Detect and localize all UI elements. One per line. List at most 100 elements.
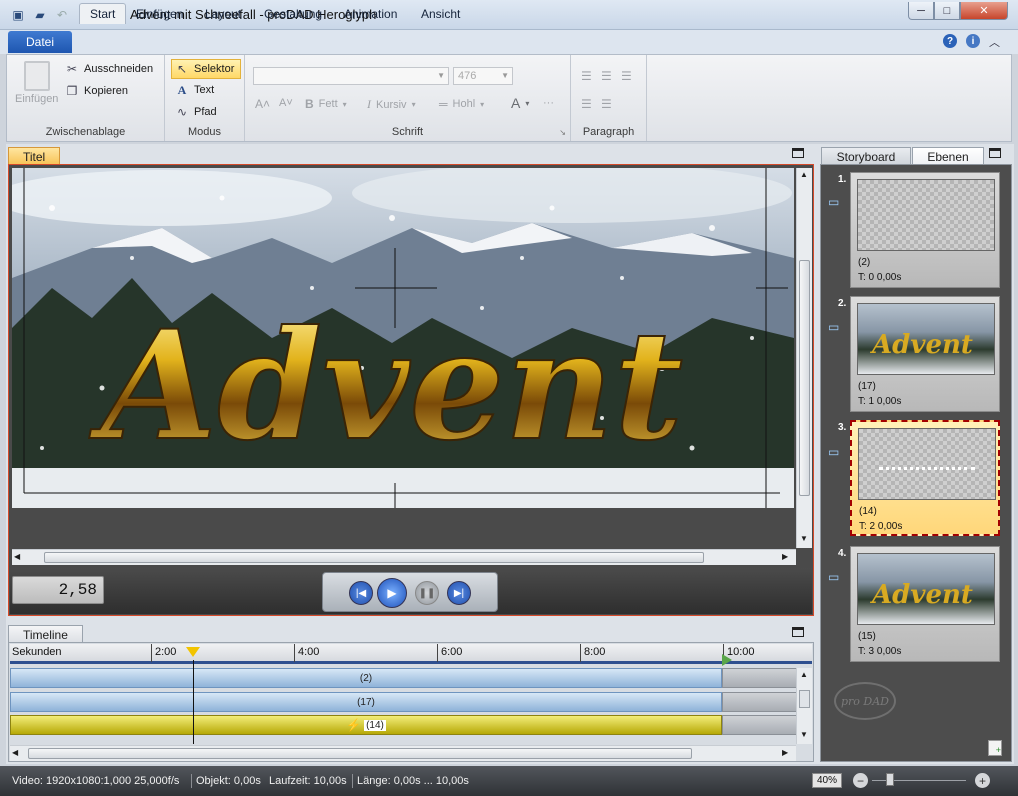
ribbon: Einfügen ✂ Ausschneiden ❐ Kopieren Zwisc… <box>6 54 1012 142</box>
horizontal-scroll-thumb[interactable] <box>44 552 704 563</box>
cut-button[interactable]: ✂ Ausschneiden <box>65 62 153 76</box>
timeline-ruler[interactable]: Sekunden 2:00 4:00 6:00 8:00 10:00 <box>10 644 812 664</box>
monitor-icon[interactable]: ▭ <box>828 320 844 334</box>
hollow-button[interactable]: ═ Hohl ▾ <box>439 97 484 111</box>
align-left-icon: ☰ <box>581 69 592 83</box>
timeline-vertical-scrollbar[interactable]: ▲ ▼ <box>796 668 812 744</box>
tab-einfuegen[interactable]: Einfügen <box>126 3 193 24</box>
close-button[interactable]: ✕ <box>960 2 1008 20</box>
tab-datei[interactable]: Datei <box>8 31 72 53</box>
justify-button[interactable]: ☰ <box>581 97 592 111</box>
font-family-combo[interactable]: ▼ <box>253 67 449 85</box>
play-icon: ▶ <box>387 586 397 600</box>
selector-button[interactable]: ↖ Selektor <box>171 59 241 79</box>
zoom-out-button[interactable]: − <box>853 773 868 788</box>
bold-button[interactable]: B Fett ▾ <box>305 97 347 111</box>
layer-item[interactable]: (2) T: 0 0,00s <box>850 172 1000 288</box>
align-center-button[interactable]: ☰ <box>601 69 612 83</box>
layer-thumbnail <box>857 179 995 251</box>
open-icon[interactable]: ▰ <box>32 7 48 23</box>
layer-item-selected[interactable]: (14) T: 2 0,00s <box>850 420 1000 536</box>
layer-item[interactable]: Advent (15) T: 3 0,00s <box>850 546 1000 662</box>
playhead-marker[interactable] <box>186 647 200 657</box>
more-font-button[interactable]: ··· <box>543 97 554 109</box>
timecode-display[interactable]: 2,58 <box>12 576 104 604</box>
scroll-up-icon[interactable]: ▲ <box>800 170 808 179</box>
scroll-down-icon[interactable]: ▼ <box>800 730 808 739</box>
zoom-in-button[interactable]: + <box>975 773 990 788</box>
canvas-vertical-scrollbar[interactable]: ▲ ▼ <box>796 168 812 548</box>
skip-back-button[interactable]: |◀ <box>349 581 373 605</box>
save-icon[interactable]: ▣ <box>10 7 26 23</box>
copy-button[interactable]: ❐ Kopieren <box>65 84 128 98</box>
pause-button[interactable]: ❚❚ <box>415 581 439 605</box>
monitor-icon[interactable]: ▭ <box>828 570 844 584</box>
scroll-left-icon[interactable]: ◀ <box>12 748 18 757</box>
paste-button[interactable]: Einfügen <box>15 61 58 105</box>
maximize-button[interactable]: □ <box>934 2 960 20</box>
timeline-track-selected[interactable]: ⚡ (14) <box>10 715 722 735</box>
layer-item[interactable]: Advent (17) T: 1 0,00s <box>850 296 1000 412</box>
pause-icon: ❚❚ <box>418 587 436 599</box>
ellipsis-icon: ··· <box>543 97 554 109</box>
timeline-horizontal-scrollbar[interactable]: ◀ ▶ <box>10 745 796 761</box>
horizontal-scroll-thumb[interactable] <box>28 748 692 759</box>
timeline-track[interactable]: (2) <box>10 668 722 688</box>
monitor-icon[interactable]: ▭ <box>828 445 844 459</box>
italic-button[interactable]: I Kursiv ▾ <box>367 97 416 112</box>
align-left-button[interactable]: ☰ <box>581 69 592 83</box>
dialog-launcher-icon[interactable]: ↘ <box>559 128 566 137</box>
layer-object-count: (17) <box>858 381 876 392</box>
layer-object-count: (15) <box>858 631 876 642</box>
scroll-right-icon[interactable]: ▶ <box>782 748 788 757</box>
vertical-scroll-thumb[interactable] <box>799 690 810 708</box>
timeline-track[interactable]: (17) <box>10 692 722 712</box>
minimize-button[interactable]: ─ <box>908 2 934 20</box>
undo-icon[interactable]: ↶ <box>54 7 70 23</box>
tab-ebenen[interactable]: Ebenen <box>912 147 984 165</box>
text-mode-button[interactable]: A Text <box>175 83 215 97</box>
tab-timeline[interactable]: Timeline <box>8 625 83 643</box>
maximize-timeline-icon[interactable] <box>792 627 804 637</box>
minimize-ribbon-icon[interactable]: ︿ <box>989 34 1000 50</box>
scroll-down-icon[interactable]: ▼ <box>800 534 808 543</box>
skip-back-icon: |◀ <box>355 587 367 599</box>
timeline-track-empty <box>722 668 798 688</box>
tab-gestaltung[interactable]: Gestaltung <box>254 3 332 24</box>
play-button[interactable]: ▶ <box>377 578 407 608</box>
font-color-button[interactable]: A ▾ <box>511 95 529 111</box>
align-right-button[interactable]: ☰ <box>621 69 632 83</box>
info-icon[interactable]: i <box>966 34 980 48</box>
vertical-scroll-thumb[interactable] <box>799 260 810 496</box>
layer-number: 1. <box>838 174 847 185</box>
tab-start[interactable]: Start <box>79 3 127 24</box>
canvas-horizontal-scrollbar[interactable]: ◀ ▶ <box>12 549 796 565</box>
tab-layout[interactable]: Layout <box>195 3 251 24</box>
maximize-panel-icon[interactable] <box>792 148 804 158</box>
end-marker[interactable] <box>722 654 732 666</box>
preview-canvas[interactable]: Advent <box>12 168 794 508</box>
scroll-right-icon[interactable]: ▶ <box>782 552 788 561</box>
tab-ansicht[interactable]: Ansicht <box>411 3 470 24</box>
font-size-combo[interactable]: 476 ▼ <box>453 67 513 85</box>
scroll-left-icon[interactable]: ◀ <box>14 552 20 561</box>
help-icon[interactable]: ? <box>943 34 957 48</box>
scroll-up-icon[interactable]: ▲ <box>800 670 808 679</box>
zoom-slider-thumb[interactable] <box>886 773 894 786</box>
zoom-level-field[interactable]: 40% <box>812 773 842 788</box>
chevron-down-icon: ▼ <box>437 71 445 80</box>
skip-forward-button[interactable]: ▶| <box>447 581 471 605</box>
add-layer-icon[interactable]: + <box>988 740 1002 756</box>
grow-font-button[interactable]: A˄ <box>255 97 270 111</box>
path-mode-button[interactable]: ∿ Pfad <box>175 105 217 119</box>
tab-storyboard[interactable]: Storyboard <box>821 147 911 165</box>
playhead-line <box>193 660 194 744</box>
tab-titel[interactable]: Titel <box>8 147 61 165</box>
justify-all-button[interactable]: ☰ <box>601 97 612 111</box>
tab-animation[interactable]: Animation <box>334 3 407 24</box>
monitor-icon[interactable]: ▭ <box>828 195 844 209</box>
scissors-icon: ✂ <box>66 62 78 76</box>
maximize-layers-icon[interactable] <box>989 148 1001 158</box>
cut-label: Ausschneiden <box>84 63 154 75</box>
shrink-font-button[interactable]: A˅ <box>279 97 293 109</box>
